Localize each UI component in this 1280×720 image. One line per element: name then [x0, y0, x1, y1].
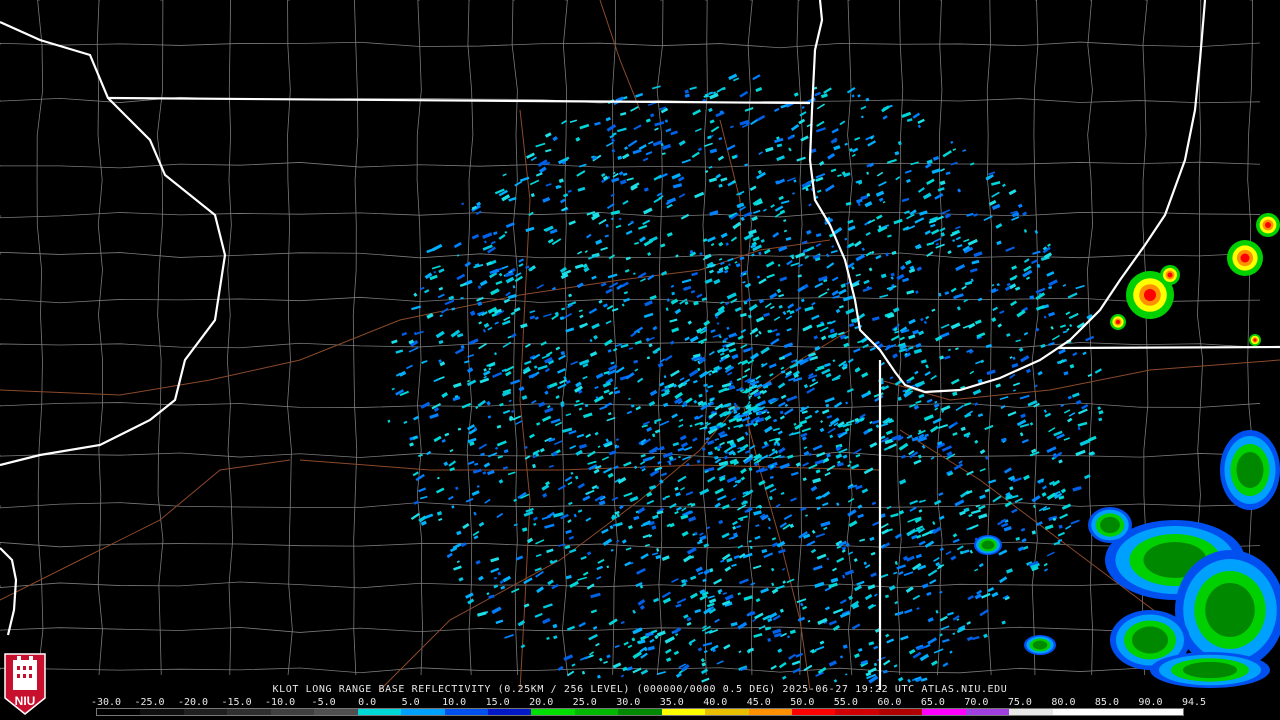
colorbar-swatch [661, 709, 706, 715]
colorbar-swatch [705, 709, 749, 715]
colorbar-label: 94.5 [1181, 697, 1207, 708]
colorbar-label: 15.0 [485, 697, 510, 708]
colorbar-swatch [574, 709, 619, 715]
colorbar-label: 85.0 [1094, 697, 1119, 708]
colorbar-swatch [227, 709, 271, 715]
colorbar-swatch [1139, 709, 1183, 715]
colorbar-label: -15.0 [221, 697, 252, 708]
colorbar-swatch [922, 709, 966, 715]
colorbar-swatch [965, 709, 1010, 715]
colorbar-label: 50.0 [790, 697, 815, 708]
colorbar-swatch [748, 709, 792, 715]
colorbar-label: 40.0 [703, 697, 728, 708]
colorbar-swatch [878, 709, 923, 715]
colorbar-swatch [401, 709, 445, 715]
colorbar-swatch [792, 709, 836, 715]
colorbar-label: 35.0 [659, 697, 684, 708]
colorbar-label: 55.0 [833, 697, 858, 708]
product-caption: KLOT LONG RANGE BASE REFLECTIVITY (0.25K… [272, 684, 1008, 695]
colorbar-swatch [1052, 709, 1097, 715]
colorbar-label: -5.0 [311, 697, 336, 708]
colorbar-label: 90.0 [1138, 697, 1163, 708]
colorbar-label: 30.0 [616, 697, 641, 708]
colorbar-swatch [444, 709, 488, 715]
colorbar-swatch [835, 709, 879, 715]
colorbar-swatch [357, 709, 402, 715]
radar-map [0, 0, 1280, 720]
colorbar-swatch [1096, 709, 1140, 715]
colorbar-label: -20.0 [177, 697, 209, 708]
colorbar-label: -25.0 [134, 697, 165, 708]
colorbar-swatch [314, 709, 358, 715]
colorbar-label: 75.0 [1007, 697, 1032, 708]
colorbar-swatch [183, 709, 228, 715]
colorbar-swatch [1009, 709, 1053, 715]
colorbar-swatch [97, 709, 141, 715]
niu-logo-text: NIU [15, 694, 36, 708]
colorbar-swatch [270, 709, 315, 715]
colorbar-label: 10.0 [442, 697, 467, 708]
radar-site-marker [735, 393, 749, 407]
colorbar-swatch [140, 709, 184, 715]
colorbar-label: 25.0 [572, 697, 597, 708]
colorbar-label: -30.0 [90, 697, 122, 708]
colorbar-label: 70.0 [964, 697, 989, 708]
colorbar-swatch [618, 709, 662, 715]
niu-logo: NIU [4, 653, 46, 715]
colorbar-label: 5.0 [401, 697, 420, 708]
colorbar-label: -10.0 [265, 697, 296, 708]
colorbar [96, 708, 1184, 716]
colorbar-label: 80.0 [1051, 697, 1076, 708]
colorbar-label: 45.0 [746, 697, 771, 708]
colorbar-label: 65.0 [920, 697, 945, 708]
colorbar-swatch [487, 709, 532, 715]
colorbar-label: 60.0 [877, 697, 902, 708]
colorbar-label: 0.0 [358, 697, 377, 708]
colorbar-label: 20.0 [529, 697, 554, 708]
colorbar-swatch [531, 709, 575, 715]
